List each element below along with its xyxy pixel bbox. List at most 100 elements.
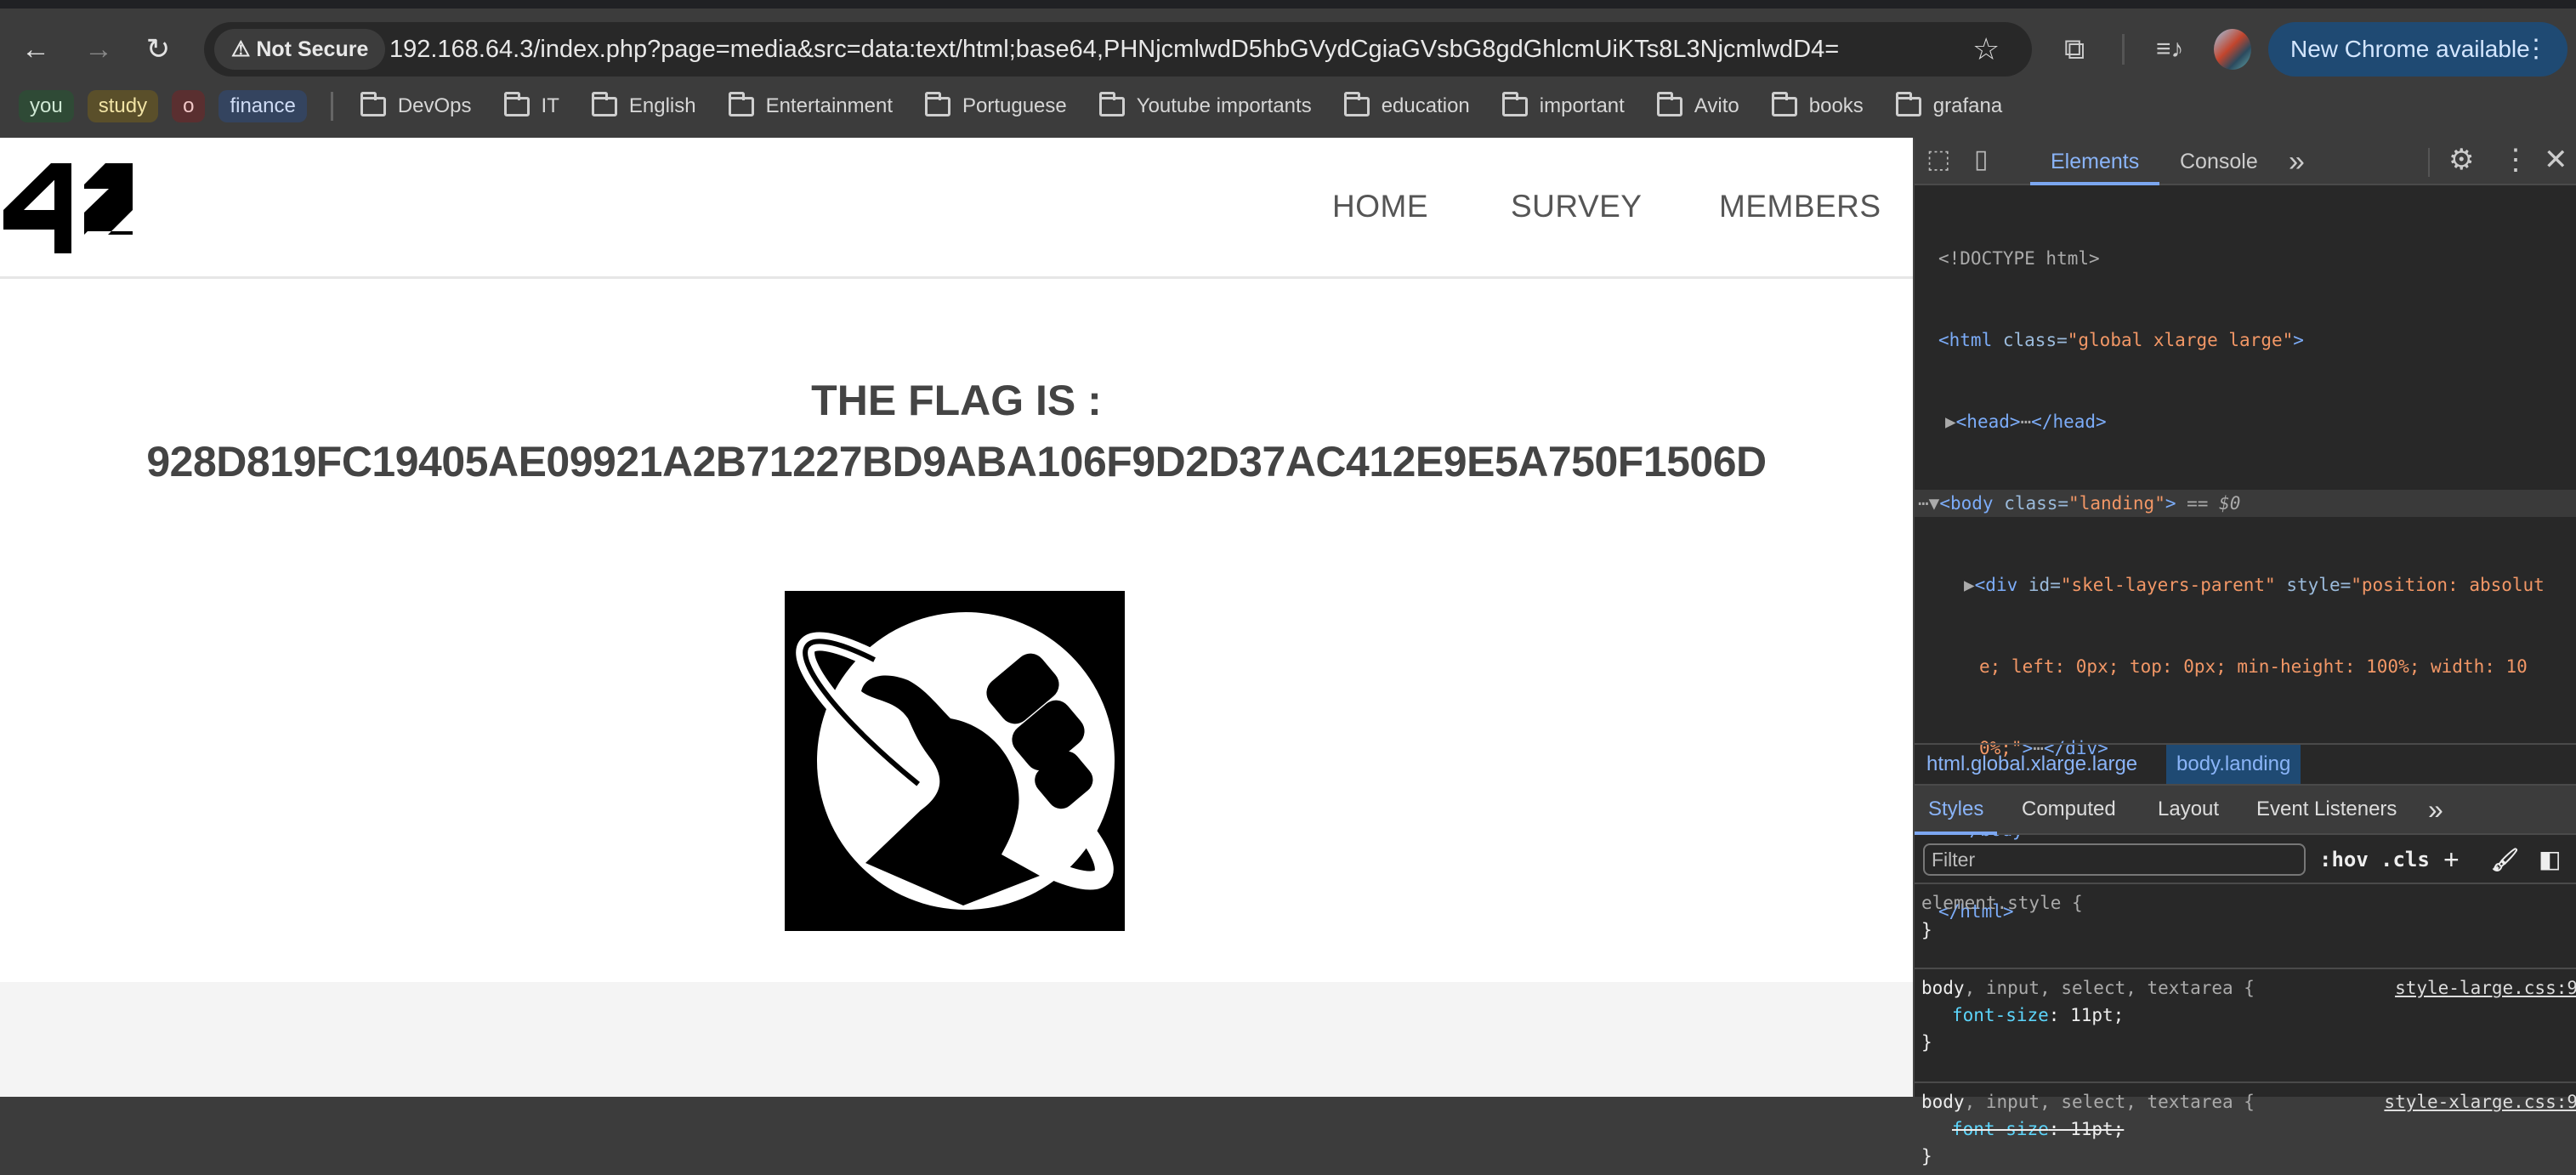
bookmark-folder-grafana[interactable]: grafana	[1895, 91, 2002, 118]
more-tabs-chevron-icon[interactable]: »	[2289, 138, 2305, 185]
style-rule-element: element.style {}	[1915, 883, 2576, 949]
settings-gear-icon[interactable]: ⚙	[2448, 143, 2474, 177]
url-text[interactable]: 192.168.64.3/index.php?page=media&src=da…	[389, 22, 1839, 77]
bookmark-folder-youtube-importants[interactable]: Youtube importants	[1098, 91, 1312, 118]
tab-styles[interactable]: Styles	[1915, 786, 1998, 835]
more-tabs-chevron-icon[interactable]: »	[2428, 786, 2443, 833]
css-value[interactable]: : 11pt;	[2049, 1005, 2125, 1025]
bookmark-folder-devops[interactable]: DevOps	[360, 91, 472, 118]
folder-label: IT	[541, 94, 559, 117]
dom-node-html[interactable]: <html class="global xlarge large">	[1915, 326, 2576, 354]
bookmark-folder-education[interactable]: education	[1343, 91, 1470, 118]
tab-strip	[0, 0, 2576, 9]
toggle-sidebar-icon[interactable]: ◧	[2539, 843, 2561, 876]
folder-label: Entertainment	[765, 94, 893, 117]
attr-value: "skel-layers-parent"	[2060, 575, 2276, 595]
folder-label: Portuguese	[962, 94, 1067, 117]
hov-toggle[interactable]: :hov	[2319, 843, 2369, 876]
extensions-icon[interactable]: ⧉	[2064, 29, 2085, 70]
collapse-triangle-icon[interactable]: ▼	[1929, 493, 1940, 514]
close-devtools-icon[interactable]: ✕	[2544, 143, 2568, 177]
css-value-overridden[interactable]: : 11pt;	[2049, 1119, 2125, 1139]
attr-value: "position: absolut	[2351, 575, 2545, 595]
bookmark-folder-avito[interactable]: Avito	[1656, 91, 1739, 118]
bookmark-folder-english[interactable]: English	[591, 91, 696, 118]
ellipsis-icon[interactable]: ⋯	[1918, 493, 1929, 514]
more-options-icon[interactable]: ⋮	[2501, 143, 2530, 177]
inspect-element-icon[interactable]: ⬚	[1926, 145, 1950, 174]
bookmark-folder-entertainment[interactable]: Entertainment	[728, 91, 893, 118]
styles-filter-input[interactable]: Filter	[1923, 843, 2306, 876]
security-indicator[interactable]: ⚠ Not Secure	[214, 29, 386, 70]
bookmark-folder-portuguese[interactable]: Portuguese	[925, 91, 1067, 118]
bookmark-group-study[interactable]: study	[87, 90, 159, 122]
toolbar-divider	[2122, 34, 2125, 65]
folder-icon	[1656, 91, 1682, 116]
attr-value-continued: e; left: 0px; top: 0px; min-height: 100%…	[1979, 656, 2528, 677]
dom-node-head[interactable]: ▶<head>⋯</head>	[1915, 408, 2576, 435]
profile-avatar[interactable]	[2214, 29, 2251, 70]
dom-node-div[interactable]: ▶<div id="skel-layers-parent" style="pos…	[1915, 571, 2576, 599]
rule-selector[interactable]: body	[1921, 1092, 1965, 1112]
flag-title: THE FLAG IS :	[811, 377, 1102, 424]
tab-elements[interactable]: Elements	[2030, 138, 2160, 185]
nav-members[interactable]: MEMBERS	[1719, 189, 1881, 224]
breadcrumb-body[interactable]: body.landing	[2166, 745, 2301, 784]
42-logo[interactable]	[3, 163, 133, 253]
css-property-overridden[interactable]: font-size	[1952, 1119, 2049, 1139]
bookmark-group-o[interactable]: o	[172, 90, 206, 122]
tab-layout[interactable]: Layout	[2158, 786, 2219, 833]
toolbar-divider	[2428, 148, 2430, 177]
rule-source-link[interactable]: style-xlarge.css:9	[2384, 1088, 2576, 1115]
dom-node-body-selected[interactable]: ⋯▼<body class="landing"> == $0	[1915, 490, 2576, 517]
folder-icon	[503, 91, 530, 116]
new-chrome-available-button[interactable]: New Chrome available ⋮	[2268, 22, 2567, 77]
device-toolbar-icon[interactable]: ▯	[1974, 145, 1989, 174]
folder-icon	[1771, 91, 1797, 116]
rule-selector[interactable]: element.style {	[1921, 889, 2571, 917]
tab-event-listeners[interactable]: Event Listeners	[2256, 786, 2397, 833]
ellipsis-icon[interactable]: ⋯	[2021, 412, 2032, 432]
rule-source-link[interactable]: style-large.css:9	[2395, 974, 2576, 1002]
tab-computed[interactable]: Computed	[2022, 786, 2116, 833]
rule-close: }	[1921, 1032, 1932, 1053]
devtools-panel: ⬚ ▯ Elements Console » ⚙ ⋮ ✕ <!DOCTYPE h…	[1913, 138, 2576, 1166]
nav-home[interactable]: HOME	[1332, 189, 1428, 224]
bookmark-folder-books[interactable]: books	[1771, 91, 1864, 118]
bookmark-folder-important[interactable]: important	[1501, 91, 1625, 118]
folder-icon	[360, 91, 386, 116]
bookmark-group-you[interactable]: you	[19, 90, 74, 122]
paint-brush-icon[interactable]: 🖌	[2491, 843, 2519, 876]
address-bar[interactable]: ⚠ Not Secure 192.168.64.3/index.php?page…	[204, 22, 2032, 77]
site-header: HOME SURVEY MEMBERS	[0, 138, 1913, 279]
forward-button[interactable]: →	[80, 31, 117, 68]
breadcrumb-html[interactable]: html.global.xlarge.large	[1916, 745, 2148, 784]
cls-toggle[interactable]: .cls	[2380, 843, 2430, 876]
reload-button[interactable]: ↻	[139, 31, 177, 68]
rule-selector[interactable]: body	[1921, 978, 1965, 998]
expand-triangle-icon[interactable]: ▶	[1964, 575, 1975, 595]
rule-close: }	[1921, 1146, 1932, 1166]
media-controls-icon[interactable]: ≡♪	[2156, 29, 2184, 70]
folder-icon	[728, 91, 754, 116]
warning-icon: ⚠	[231, 37, 257, 61]
security-label: Not Secure	[256, 37, 369, 61]
rule-selector-rest: , input, select, textarea {	[1964, 1092, 2255, 1112]
bookmark-folder-it[interactable]: IT	[503, 91, 559, 118]
dom-node-doctype[interactable]: <!DOCTYPE html>	[1915, 245, 2576, 272]
folder-icon	[1098, 91, 1125, 116]
folder-icon	[591, 91, 617, 116]
bookmark-group-finance[interactable]: finance	[218, 90, 307, 122]
attr-value: "landing"	[2068, 493, 2165, 514]
expand-triangle-icon[interactable]: ▶	[1945, 412, 1956, 432]
bookmark-star-icon[interactable]: ☆	[1972, 22, 2000, 77]
folder-icon	[1501, 91, 1528, 116]
web-page: HOME SURVEY MEMBERS THE FLAG IS : 928D81…	[0, 138, 1913, 1097]
selected-ref: == $0	[2187, 493, 2241, 514]
back-button[interactable]: ←	[17, 31, 54, 68]
tab-console[interactable]: Console	[2180, 138, 2258, 185]
css-property[interactable]: font-size	[1952, 1005, 2049, 1025]
attr-name: id	[2028, 575, 2051, 595]
new-style-rule-icon[interactable]: +	[2443, 843, 2460, 876]
nav-survey[interactable]: SURVEY	[1511, 189, 1643, 224]
